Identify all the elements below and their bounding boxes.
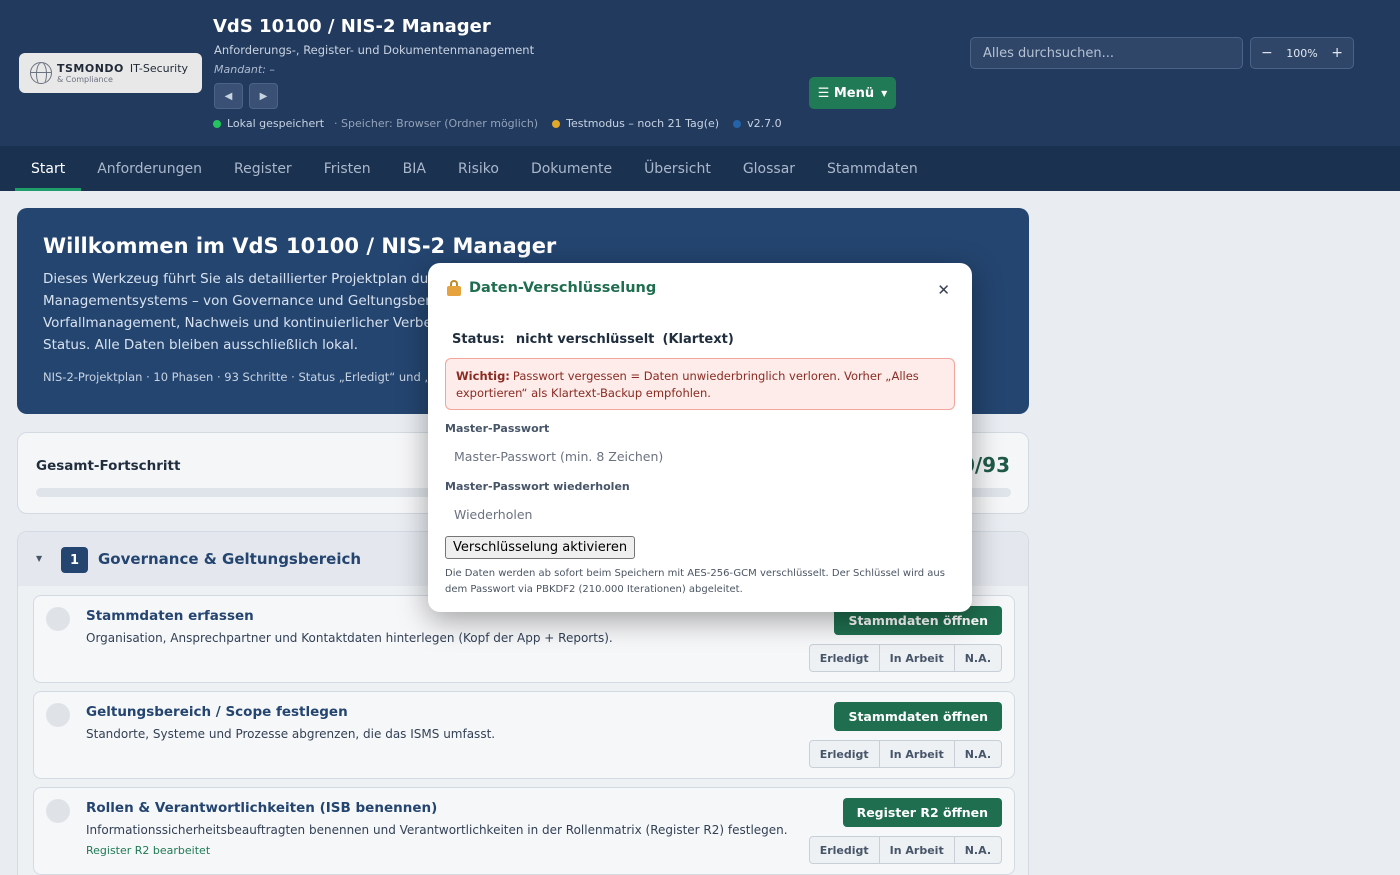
activate-encryption-button[interactable]: Verschlüsselung aktivieren: [445, 536, 636, 559]
encryption-status: Status: nicht verschlüsselt (Klartext): [452, 332, 734, 347]
warning-strong: Wichtig:: [456, 369, 510, 383]
encryption-dialog: Daten-Verschlüsselung ✕ Status: nicht ve…: [428, 263, 972, 612]
status-label: Status:: [452, 332, 505, 347]
password-repeat-input[interactable]: [445, 499, 955, 529]
dialog-title-text: Daten-Verschlüsselung: [469, 280, 657, 296]
status-value: nicht verschlüsselt: [515, 332, 655, 347]
dialog-title: Daten-Verschlüsselung: [447, 280, 656, 296]
close-icon[interactable]: ✕: [937, 281, 950, 299]
lock-icon: [447, 280, 461, 296]
master-password-input[interactable]: [445, 441, 955, 471]
dialog-footnote: Die Daten werden ab sofort beim Speicher…: [445, 568, 945, 595]
warning-text: Passwort vergessen = Daten unwiederbring…: [456, 369, 919, 400]
password-label: Master-Passwort: [445, 422, 550, 435]
warning-box: Wichtig: Passwort vergessen = Daten unwie…: [445, 358, 955, 410]
password-repeat-label: Master-Passwort wiederholen: [445, 480, 630, 493]
status-extra: (Klartext): [662, 332, 734, 347]
